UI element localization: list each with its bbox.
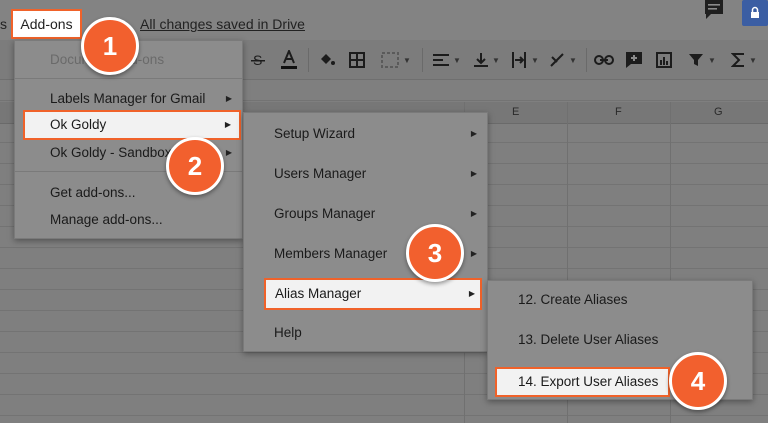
menu-item-label: Ok Goldy	[50, 117, 107, 132]
strikethrough-icon[interactable]: S	[248, 50, 268, 70]
menu-item-help[interactable]: Help	[244, 319, 487, 347]
fill-color-icon[interactable]	[316, 50, 338, 70]
chevron-down-icon: ▼	[403, 55, 411, 65]
menu-item-label: Ok Goldy - Sandbox	[50, 145, 172, 160]
submenu-arrow-icon: ▶	[225, 148, 232, 157]
menu-item-ok-goldy[interactable]: Ok Goldy ▶	[23, 110, 241, 140]
functions-icon[interactable]: ▼	[726, 50, 762, 70]
insert-link-icon[interactable]	[592, 50, 616, 70]
insert-comment-icon[interactable]	[622, 50, 646, 70]
text-color-icon[interactable]	[278, 50, 300, 70]
menu-item-label: 14. Export User Aliases	[518, 374, 659, 389]
insert-chart-icon[interactable]	[652, 50, 676, 70]
menu-separator	[15, 78, 242, 79]
chevron-down-icon: ▼	[531, 55, 539, 65]
submenu-arrow-icon: ▶	[470, 169, 477, 178]
menu-item-label: Setup Wizard	[274, 126, 356, 141]
submenu-arrow-icon: ▶	[224, 120, 231, 129]
column-header-g[interactable]: G	[714, 106, 723, 118]
submenu-arrow-icon: ▶	[470, 249, 477, 258]
step-badge-1: 1	[81, 17, 139, 75]
merge-cells-icon[interactable]: ▼	[378, 50, 414, 70]
menu-item-label: Alias Manager	[275, 286, 362, 301]
lock-icon	[751, 6, 759, 18]
menu-item-label: 13. Delete User Aliases	[518, 332, 659, 347]
menu-item-manage-addons[interactable]: Manage add-ons...	[15, 206, 242, 234]
chevron-down-icon: ▼	[492, 55, 500, 65]
horizontal-align-icon[interactable]: ▼	[430, 50, 464, 70]
menu-item-label: 12. Create Aliases	[518, 292, 628, 307]
menu-item-label: Manage add-ons...	[50, 212, 163, 227]
toolbar-divider	[586, 48, 587, 72]
submenu-arrow-icon: ▶	[470, 209, 477, 218]
borders-icon[interactable]	[346, 50, 368, 70]
step-badge-3: 3	[406, 224, 464, 282]
column-header-e[interactable]: E	[512, 106, 519, 118]
submenu-arrow-icon: ▶	[225, 94, 232, 103]
vertical-align-icon[interactable]: ▼	[470, 50, 504, 70]
menu-item-groups-manager[interactable]: Groups Manager ▶	[244, 200, 487, 228]
chevron-down-icon: ▼	[749, 55, 757, 65]
menu-item-export-user-aliases[interactable]: 14. Export User Aliases	[495, 367, 670, 397]
text-rotation-icon[interactable]: ▼	[546, 50, 580, 70]
comment-icon[interactable]	[703, 0, 725, 20]
menu-item-setup-wizard[interactable]: Setup Wizard ▶	[244, 120, 487, 148]
menu-item-delete-user-aliases[interactable]: 13. Delete User Aliases	[488, 326, 752, 354]
addons-menu-button[interactable]: Add-ons	[11, 9, 82, 39]
column-header-f[interactable]: F	[615, 106, 622, 118]
menu-item-alias-manager[interactable]: Alias Manager ▶	[264, 278, 482, 310]
menu-item-labels-manager[interactable]: Labels Manager for Gmail ▶	[15, 85, 242, 113]
submenu-arrow-icon: ▶	[470, 129, 477, 138]
menu-item-label: Help	[274, 325, 302, 340]
previous-menu-tail[interactable]: s	[0, 16, 7, 32]
toolbar-divider	[308, 48, 309, 72]
menu-item-label: Users Manager	[274, 166, 367, 181]
chevron-down-icon: ▼	[708, 55, 716, 65]
submenu-arrow-icon: ▶	[468, 289, 475, 298]
step-badge-4: 4	[669, 352, 727, 410]
step-badge-2: 2	[166, 137, 224, 195]
chevron-down-icon: ▼	[453, 55, 461, 65]
chevron-down-icon: ▼	[569, 55, 577, 65]
text-wrapping-icon[interactable]: ▼	[508, 50, 542, 70]
filter-icon[interactable]: ▼	[684, 50, 720, 70]
share-button[interactable]	[742, 0, 768, 26]
menu-item-label: Members Manager	[274, 246, 388, 261]
menu-item-label: Get add-ons...	[50, 185, 136, 200]
toolbar-divider	[422, 48, 423, 72]
menu-item-label: Groups Manager	[274, 206, 376, 221]
save-status-link[interactable]: All changes saved in Drive	[140, 16, 305, 32]
menu-item-users-manager[interactable]: Users Manager ▶	[244, 160, 487, 188]
menu-item-create-aliases[interactable]: 12. Create Aliases	[488, 286, 752, 314]
menu-item-label: Labels Manager for Gmail	[50, 91, 206, 106]
